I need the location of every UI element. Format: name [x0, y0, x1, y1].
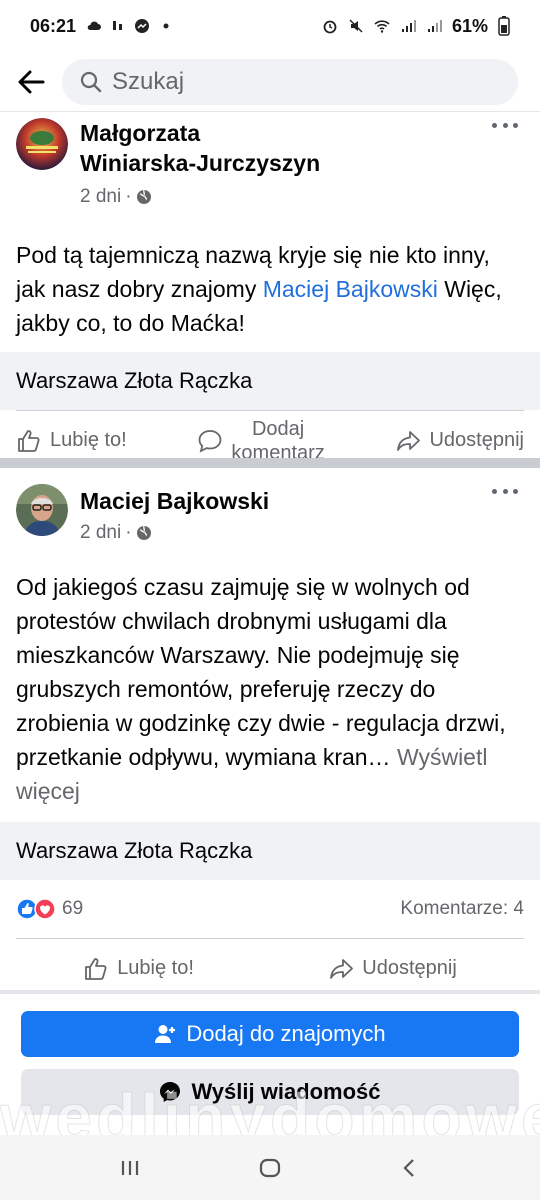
- more-options-button[interactable]: [492, 120, 518, 130]
- like-button[interactable]: Lubię to!: [83, 956, 194, 982]
- post-header-text: Małgorzata Winiarska-Jurczyszyn 2 dni ·: [80, 118, 524, 208]
- author-name[interactable]: Małgorzata Winiarska-Jurczyszyn: [80, 118, 524, 178]
- search-placeholder: Szukaj: [112, 67, 185, 95]
- post-meta: 2 dni ·: [80, 186, 524, 208]
- chevron-left-icon: [403, 1158, 414, 1177]
- wifi-icon: [374, 20, 390, 33]
- recent-apps-button[interactable]: [105, 1143, 155, 1193]
- recent-apps-icon: [121, 1160, 139, 1175]
- share-icon: [330, 958, 354, 979]
- post-header: Maciej Bajkowski 2 dni ·: [0, 484, 540, 544]
- share-icon: [397, 430, 421, 451]
- system-nav-bar: [0, 1135, 540, 1200]
- notification-icon: [113, 21, 123, 30]
- add-friend-icon: [155, 1025, 176, 1043]
- post-header: Małgorzata Winiarska-Jurczyszyn 2 dni ·: [0, 118, 540, 208]
- comments-count[interactable]: Komentarze: 4: [400, 898, 524, 920]
- thumbs-up-icon: [85, 957, 107, 980]
- post-time[interactable]: 2 dni: [80, 186, 121, 208]
- post-text: Pod tą tajemniczą nazwą kryje się nie kt…: [16, 242, 502, 336]
- love-reaction-icon: [34, 898, 56, 920]
- home-icon: [259, 1158, 281, 1177]
- post-text: Od jakiegoś czasu zajmuję się w wolnych …: [16, 574, 506, 804]
- reaction-summary[interactable]: 69 Komentarze: 4: [0, 880, 540, 938]
- globe-icon: [136, 525, 151, 540]
- share-button[interactable]: Udostępnij: [395, 428, 524, 454]
- avatar-image: [16, 118, 68, 170]
- meta-separator: ·: [125, 522, 132, 543]
- reactions-count: 69: [62, 898, 84, 919]
- post-time[interactable]: 2 dni: [80, 522, 121, 544]
- post-meta: 2 dni ·: [80, 522, 524, 544]
- add-friend-button[interactable]: Dodaj do znajomych: [21, 1011, 519, 1057]
- comment-icon: [199, 429, 222, 453]
- battery-icon: [498, 16, 510, 36]
- system-back-button[interactable]: [385, 1143, 435, 1193]
- cloud-icon: [87, 21, 102, 30]
- link-preview-title[interactable]: Warszawa Złota Rączka: [0, 822, 540, 880]
- reaction-icons: [16, 898, 56, 920]
- search-icon: [80, 71, 102, 92]
- meta-separator: ·: [125, 186, 132, 207]
- post-actions: Lubię to! Udostępnij: [16, 938, 524, 998]
- post-divider: [0, 458, 540, 468]
- dot-icon: [163, 23, 169, 29]
- like-button[interactable]: Lubię to!: [16, 428, 127, 454]
- avatar-image: [16, 484, 68, 536]
- top-header: Szukaj: [0, 52, 540, 112]
- messenger-icon: [135, 19, 150, 33]
- post-2: Maciej Bajkowski 2 dni · Od jakiegoś cza…: [0, 484, 540, 998]
- status-time: 06:21: [30, 15, 77, 36]
- section-divider: [0, 990, 540, 994]
- signal-2-icon: [427, 20, 442, 32]
- post-1: Małgorzata Winiarska-Jurczyszyn 2 dni · …: [0, 118, 540, 470]
- mention-link[interactable]: Maciej Bajkowski: [263, 276, 438, 302]
- battery-level: 61%: [451, 15, 488, 36]
- search-input[interactable]: Szukaj: [62, 58, 518, 105]
- back-button[interactable]: [0, 52, 62, 112]
- arrow-left-icon: [18, 70, 45, 93]
- author-name[interactable]: Maciej Bajkowski: [80, 486, 524, 516]
- link-preview-title[interactable]: Warszawa Złota Rączka: [0, 352, 540, 410]
- avatar[interactable]: [16, 484, 68, 536]
- thumbs-up-icon: [18, 429, 40, 452]
- avatar[interactable]: [16, 118, 68, 170]
- status-bar: 06:21 61%: [0, 0, 540, 52]
- share-button[interactable]: Udostępnij: [328, 956, 457, 982]
- globe-icon: [136, 189, 151, 204]
- mute-icon: [349, 19, 363, 33]
- home-button[interactable]: [245, 1143, 295, 1193]
- signal-1-icon: [401, 20, 416, 32]
- post-header-text: Maciej Bajkowski 2 dni ·: [80, 484, 524, 544]
- alarm-icon: [323, 20, 337, 34]
- more-options-button[interactable]: [492, 486, 518, 496]
